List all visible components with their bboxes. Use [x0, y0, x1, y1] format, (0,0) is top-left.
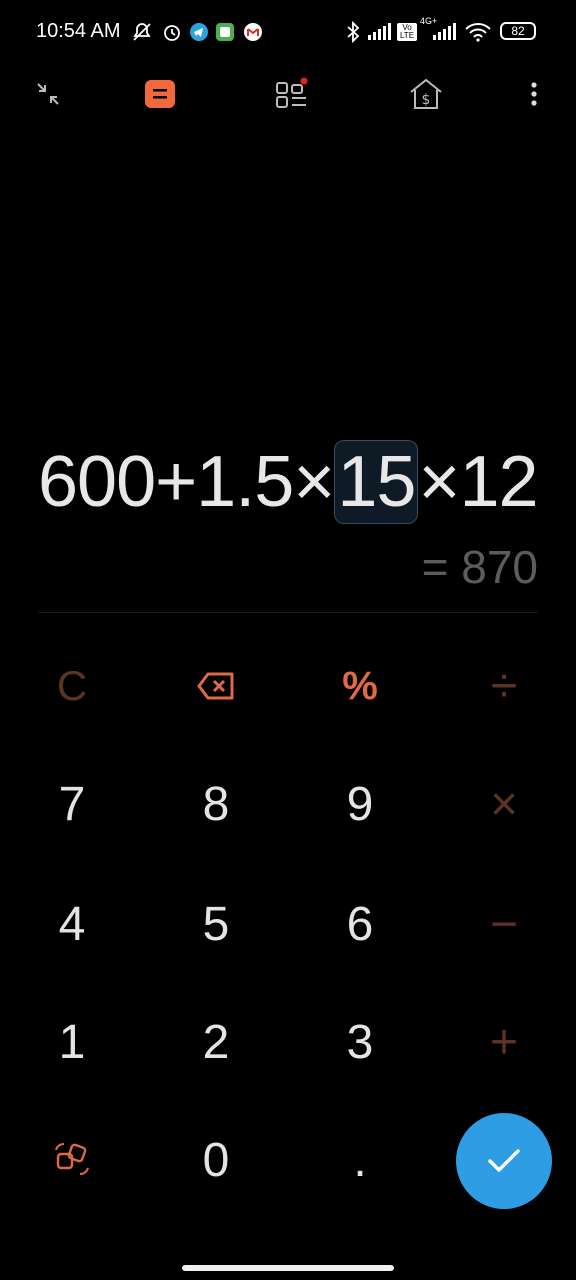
digit-4-button[interactable]: 4 — [0, 864, 144, 984]
more-options-icon[interactable] — [510, 70, 558, 118]
top-toolbar: $ — [0, 64, 576, 120]
backspace-icon — [197, 672, 234, 700]
switch-mode-button[interactable] — [0, 1100, 144, 1220]
wifi-icon — [464, 20, 492, 44]
calculator-icon[interactable] — [136, 70, 184, 118]
add-button[interactable]: + — [432, 982, 576, 1102]
expression-before: 600+1.5× — [38, 442, 335, 522]
tools-icon[interactable] — [268, 70, 316, 118]
digit-0-button[interactable]: 0 — [144, 1100, 288, 1220]
multiply-button[interactable]: × — [432, 744, 576, 864]
expression-after: ×12 — [418, 442, 538, 522]
digit-6-button[interactable]: 6 — [288, 864, 432, 984]
status-time: 10:54 AM — [36, 20, 121, 42]
checkmark-icon — [488, 1149, 520, 1172]
decimal-point-button[interactable]: . — [288, 1100, 432, 1220]
network-signal-icon: 4G+ — [420, 16, 460, 44]
digit-1-button[interactable]: 1 — [0, 982, 144, 1102]
backspace-button[interactable] — [144, 626, 288, 746]
clear-button[interactable]: C — [0, 626, 144, 746]
bluetooth-icon — [344, 20, 362, 44]
network-type: 4G+ — [420, 16, 438, 26]
divider — [38, 612, 538, 613]
battery-indicator: 82 — [500, 22, 536, 40]
gmail-icon — [242, 20, 264, 44]
currency-icon[interactable]: $ — [402, 70, 450, 118]
signal-icon — [366, 20, 394, 44]
volte-icon: Vo LTE — [397, 20, 417, 44]
result-display: = 870 — [421, 541, 538, 593]
digit-2-button[interactable]: 2 — [144, 982, 288, 1102]
digit-7-button[interactable]: 7 — [0, 744, 144, 864]
home-indicator[interactable] — [182, 1265, 394, 1271]
divide-button[interactable]: ÷ — [432, 626, 576, 746]
digit-8-button[interactable]: 8 — [144, 744, 288, 864]
digit-3-button[interactable]: 3 — [288, 982, 432, 1102]
confirm-button[interactable] — [456, 1113, 552, 1209]
collapse-icon[interactable] — [24, 70, 72, 118]
expression-cursor-selection[interactable]: 15 — [334, 440, 419, 524]
switch-mode-icon — [55, 1143, 89, 1175]
subtract-button[interactable]: − — [432, 864, 576, 984]
svg-text:$: $ — [422, 92, 431, 108]
status-bar: 10:54 AM Vo LTE 4G+ 82 — [0, 0, 576, 62]
telegram-icon — [188, 20, 210, 44]
app-notification-icon — [214, 20, 236, 44]
percent-button[interactable]: % — [288, 626, 432, 746]
digit-5-button[interactable]: 5 — [144, 864, 288, 984]
alarm-icon — [160, 20, 184, 44]
mute-icon — [130, 20, 154, 44]
digit-9-button[interactable]: 9 — [288, 744, 432, 864]
expression-display[interactable]: 600+1.5×15×12 — [38, 440, 539, 540]
